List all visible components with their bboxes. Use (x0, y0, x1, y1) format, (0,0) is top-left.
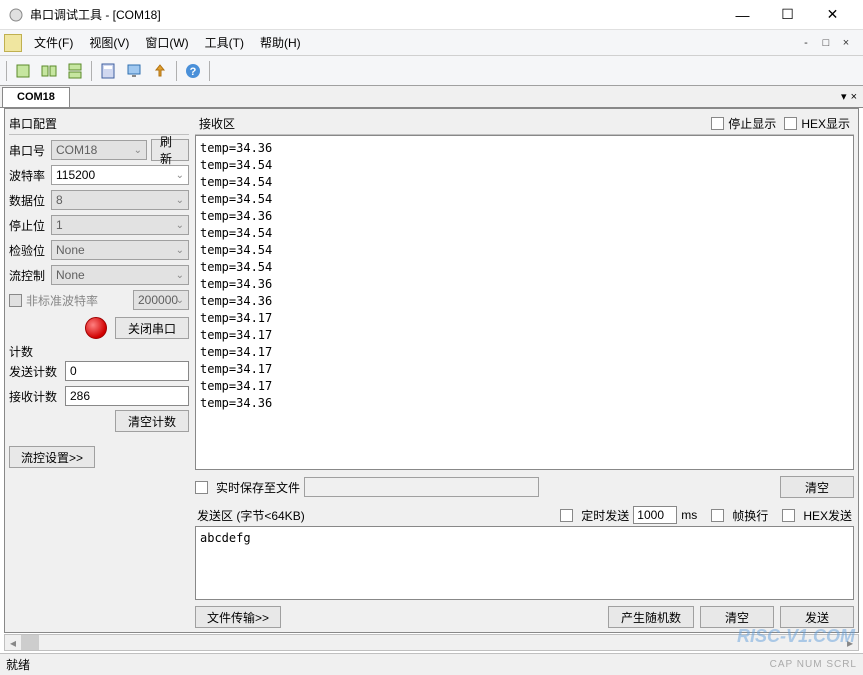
menubar-icon (4, 34, 22, 52)
tabbar-close-icon[interactable]: × (851, 91, 857, 103)
flow-settings-button[interactable]: 流控设置>> (9, 446, 95, 468)
minimize-button[interactable]: — (720, 1, 765, 29)
nonstd-checkbox[interactable] (9, 294, 22, 307)
config-group-title: 串口配置 (9, 113, 189, 135)
hex-send-label: HEX发送 (803, 507, 852, 524)
menubar: 文件(F) 视图(V) 窗口(W) 工具(T) 帮助(H) - □ × (0, 30, 863, 56)
realtime-save-checkbox[interactable] (195, 481, 208, 494)
maximize-button[interactable]: ☐ (765, 1, 810, 29)
stop-display-label: 停止显示 (728, 115, 776, 132)
nonstd-label: 非标准波特率 (26, 292, 98, 309)
nonstd-combo[interactable]: 200000 (133, 290, 189, 310)
mdi-restore-button[interactable]: □ (819, 36, 833, 50)
tabbar-dropdown-icon[interactable]: ▾ (841, 90, 847, 103)
frame-wrap-label: 帧换行 (732, 507, 768, 524)
clear-send-button[interactable]: 清空 (700, 606, 774, 628)
databits-combo[interactable]: 8 (51, 190, 189, 210)
left-panel: 串口配置 串口号 COM18 刷新 波特率 115200 数据位 8 停止位 1… (9, 113, 189, 628)
tool-monitor-icon[interactable] (122, 59, 146, 83)
tool-tile-h-icon[interactable] (37, 59, 61, 83)
tool-upload-icon[interactable] (148, 59, 172, 83)
parity-label: 检验位 (9, 242, 51, 259)
titlebar: 串口调试工具 - [COM18] — ☐ ✕ (0, 0, 863, 30)
tool-help-icon[interactable]: ? (181, 59, 205, 83)
client-area: 串口配置 串口号 COM18 刷新 波特率 115200 数据位 8 停止位 1… (4, 108, 859, 633)
app-icon (8, 7, 24, 23)
mdi-close-button[interactable]: × (839, 36, 853, 50)
statusbar: 就绪 CAP NUM SCRL (0, 653, 863, 675)
baud-label: 波特率 (9, 167, 51, 184)
interval-input[interactable] (633, 506, 677, 524)
menu-window[interactable]: 窗口(W) (137, 31, 196, 54)
port-status-indicator-icon (85, 317, 107, 339)
parity-combo[interactable]: None (51, 240, 189, 260)
horizontal-scrollbar[interactable]: ◂ ▸ (4, 634, 859, 651)
send-button[interactable]: 发送 (780, 606, 854, 628)
interval-unit: ms (681, 508, 697, 522)
hex-display-checkbox[interactable] (784, 117, 797, 130)
menu-file[interactable]: 文件(F) (26, 31, 81, 54)
gen-random-button[interactable]: 产生随机数 (608, 606, 694, 628)
save-file-input[interactable] (304, 477, 539, 497)
recv-textarea[interactable]: temp=34.36 temp=34.54 temp=34.54 temp=34… (195, 135, 854, 470)
svg-text:?: ? (190, 66, 197, 78)
stopbits-label: 停止位 (9, 217, 51, 234)
status-indicators: CAP NUM SCRL (770, 659, 857, 670)
right-panel: 接收区 停止显示 HEX显示 temp=34.36 temp=34.54 tem… (195, 113, 854, 628)
tabbar: COM18 ▾ × (0, 86, 863, 108)
menu-tools[interactable]: 工具(T) (197, 31, 252, 54)
close-button[interactable]: ✕ (810, 1, 855, 29)
baud-combo[interactable]: 115200 (51, 165, 189, 185)
port-combo[interactable]: COM18 (51, 140, 147, 160)
menu-help[interactable]: 帮助(H) (252, 31, 309, 54)
recv-title: 接收区 (199, 115, 711, 132)
flow-combo[interactable]: None (51, 265, 189, 285)
toolbar: ? (0, 56, 863, 86)
realtime-save-label: 实时保存至文件 (216, 479, 300, 496)
flow-label: 流控制 (9, 267, 51, 284)
recv-count-value: 286 (65, 386, 189, 406)
tool-new-icon[interactable] (11, 59, 35, 83)
stopbits-combo[interactable]: 1 (51, 215, 189, 235)
window-title: 串口调试工具 - [COM18] (30, 6, 720, 23)
send-title: 发送区 (字节<64KB) (197, 507, 305, 524)
send-count-label: 发送计数 (9, 363, 65, 380)
databits-label: 数据位 (9, 192, 51, 209)
count-title: 计数 (9, 343, 189, 360)
frame-wrap-checkbox[interactable] (711, 509, 724, 522)
hex-send-checkbox[interactable] (782, 509, 795, 522)
send-textarea[interactable]: abcdefg (195, 526, 854, 600)
tool-calc-icon[interactable] (96, 59, 120, 83)
port-label: 串口号 (9, 142, 51, 159)
stop-display-checkbox[interactable] (711, 117, 724, 130)
mdi-minimize-button[interactable]: - (799, 36, 813, 50)
close-port-button[interactable]: 关闭串口 (115, 317, 189, 339)
send-count-value: 0 (65, 361, 189, 381)
tab-com18[interactable]: COM18 (2, 87, 70, 107)
timed-send-label: 定时发送 (581, 507, 629, 524)
recv-count-label: 接收计数 (9, 388, 65, 405)
menu-view[interactable]: 视图(V) (81, 31, 137, 54)
clear-recv-button[interactable]: 清空 (780, 476, 854, 498)
refresh-button[interactable]: 刷新 (151, 139, 189, 161)
hex-display-label: HEX显示 (801, 115, 850, 132)
status-ready: 就绪 (6, 656, 30, 673)
clear-count-button[interactable]: 清空计数 (115, 410, 189, 432)
file-transfer-button[interactable]: 文件传输>> (195, 606, 281, 628)
timed-send-checkbox[interactable] (560, 509, 573, 522)
tool-tile-v-icon[interactable] (63, 59, 87, 83)
